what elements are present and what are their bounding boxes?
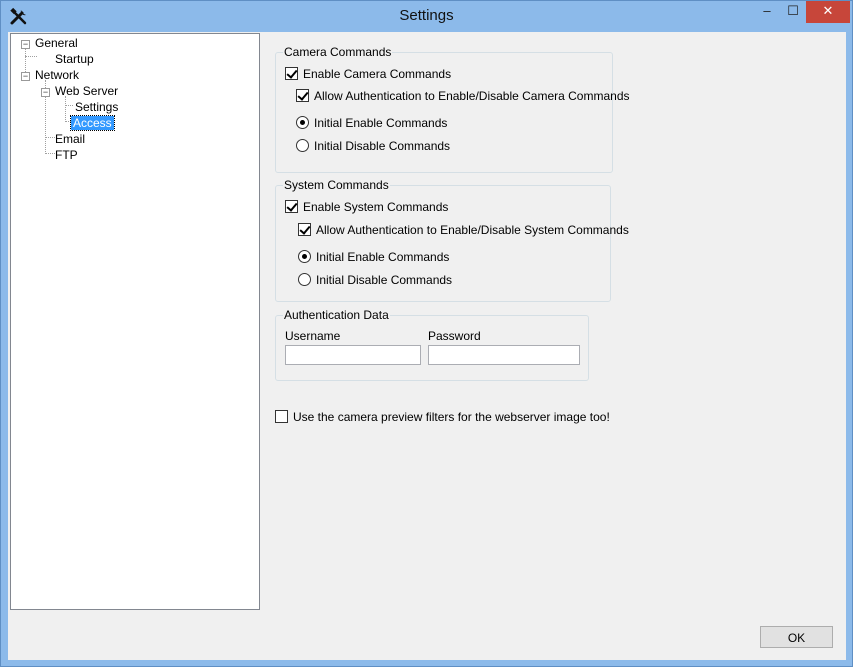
enable-system-commands-checkbox[interactable]: Enable System Commands bbox=[285, 199, 448, 215]
camera-initial-enable-radio[interactable]: Initial Enable Commands bbox=[296, 115, 447, 131]
tree-item-ftp[interactable]: FTP bbox=[53, 147, 80, 163]
tree-item-web-server[interactable]: Web Server bbox=[53, 83, 120, 99]
enable-camera-commands-checkbox[interactable]: Enable Camera Commands bbox=[285, 66, 451, 82]
general-expander[interactable]: − bbox=[21, 40, 30, 49]
settings-window: Settings – ☐ ✕ − General Startup − Netwo… bbox=[0, 0, 853, 667]
allow-auth-system-checkbox[interactable]: Allow Authentication to Enable/Disable S… bbox=[298, 222, 629, 238]
radio-button[interactable] bbox=[298, 250, 311, 264]
title-bar[interactable]: Settings – ☐ ✕ bbox=[1, 1, 852, 32]
username-field[interactable] bbox=[285, 345, 421, 365]
checkbox-box[interactable] bbox=[285, 200, 298, 214]
camera-commands-group: Camera Commands Enable Camera Commands A… bbox=[275, 45, 630, 173]
preview-filters-checkbox[interactable]: Use the camera preview filters for the w… bbox=[275, 409, 610, 425]
tree-item-settings[interactable]: Settings bbox=[73, 99, 120, 115]
tree-item-network[interactable]: Network bbox=[33, 67, 81, 83]
minimize-button[interactable]: – bbox=[754, 1, 780, 23]
authentication-data-title: Authentication Data bbox=[283, 308, 390, 322]
checkbox-box[interactable] bbox=[298, 223, 311, 237]
checkbox-box[interactable] bbox=[296, 89, 309, 103]
web-server-expander[interactable]: − bbox=[41, 88, 50, 97]
settings-tree[interactable]: − General Startup − Network − Web Server… bbox=[10, 33, 260, 610]
window-title: Settings bbox=[399, 7, 454, 24]
camera-commands-title: Camera Commands bbox=[283, 45, 393, 59]
radio-button[interactable] bbox=[296, 139, 309, 153]
radio-button[interactable] bbox=[296, 116, 309, 130]
settings-client-area: − General Startup − Network − Web Server… bbox=[8, 32, 846, 660]
tree-item-email[interactable]: Email bbox=[53, 131, 87, 147]
system-initial-disable-radio[interactable]: Initial Disable Commands bbox=[298, 272, 452, 288]
tree-item-general[interactable]: General bbox=[33, 35, 80, 51]
system-commands-group: System Commands Enable System Commands A… bbox=[275, 178, 629, 302]
maximize-button[interactable]: ☐ bbox=[780, 1, 806, 23]
network-expander[interactable]: − bbox=[21, 72, 30, 81]
username-label: Username bbox=[285, 329, 341, 343]
system-initial-enable-radio[interactable]: Initial Enable Commands bbox=[298, 249, 449, 265]
close-button[interactable]: ✕ bbox=[806, 1, 850, 23]
tree-item-startup[interactable]: Startup bbox=[53, 51, 96, 67]
password-field[interactable] bbox=[428, 345, 580, 365]
checkbox-box[interactable] bbox=[285, 67, 298, 81]
allow-auth-camera-checkbox[interactable]: Allow Authentication to Enable/Disable C… bbox=[296, 88, 630, 104]
camera-initial-disable-radio[interactable]: Initial Disable Commands bbox=[296, 138, 450, 154]
system-commands-title: System Commands bbox=[283, 178, 390, 192]
radio-button[interactable] bbox=[298, 273, 311, 287]
checkbox-box[interactable] bbox=[275, 410, 288, 424]
authentication-data-group: Authentication Data Username Password bbox=[275, 308, 589, 381]
password-label: Password bbox=[428, 329, 481, 343]
ok-button[interactable]: OK bbox=[760, 626, 833, 648]
tree-item-access[interactable]: Access bbox=[70, 115, 115, 131]
